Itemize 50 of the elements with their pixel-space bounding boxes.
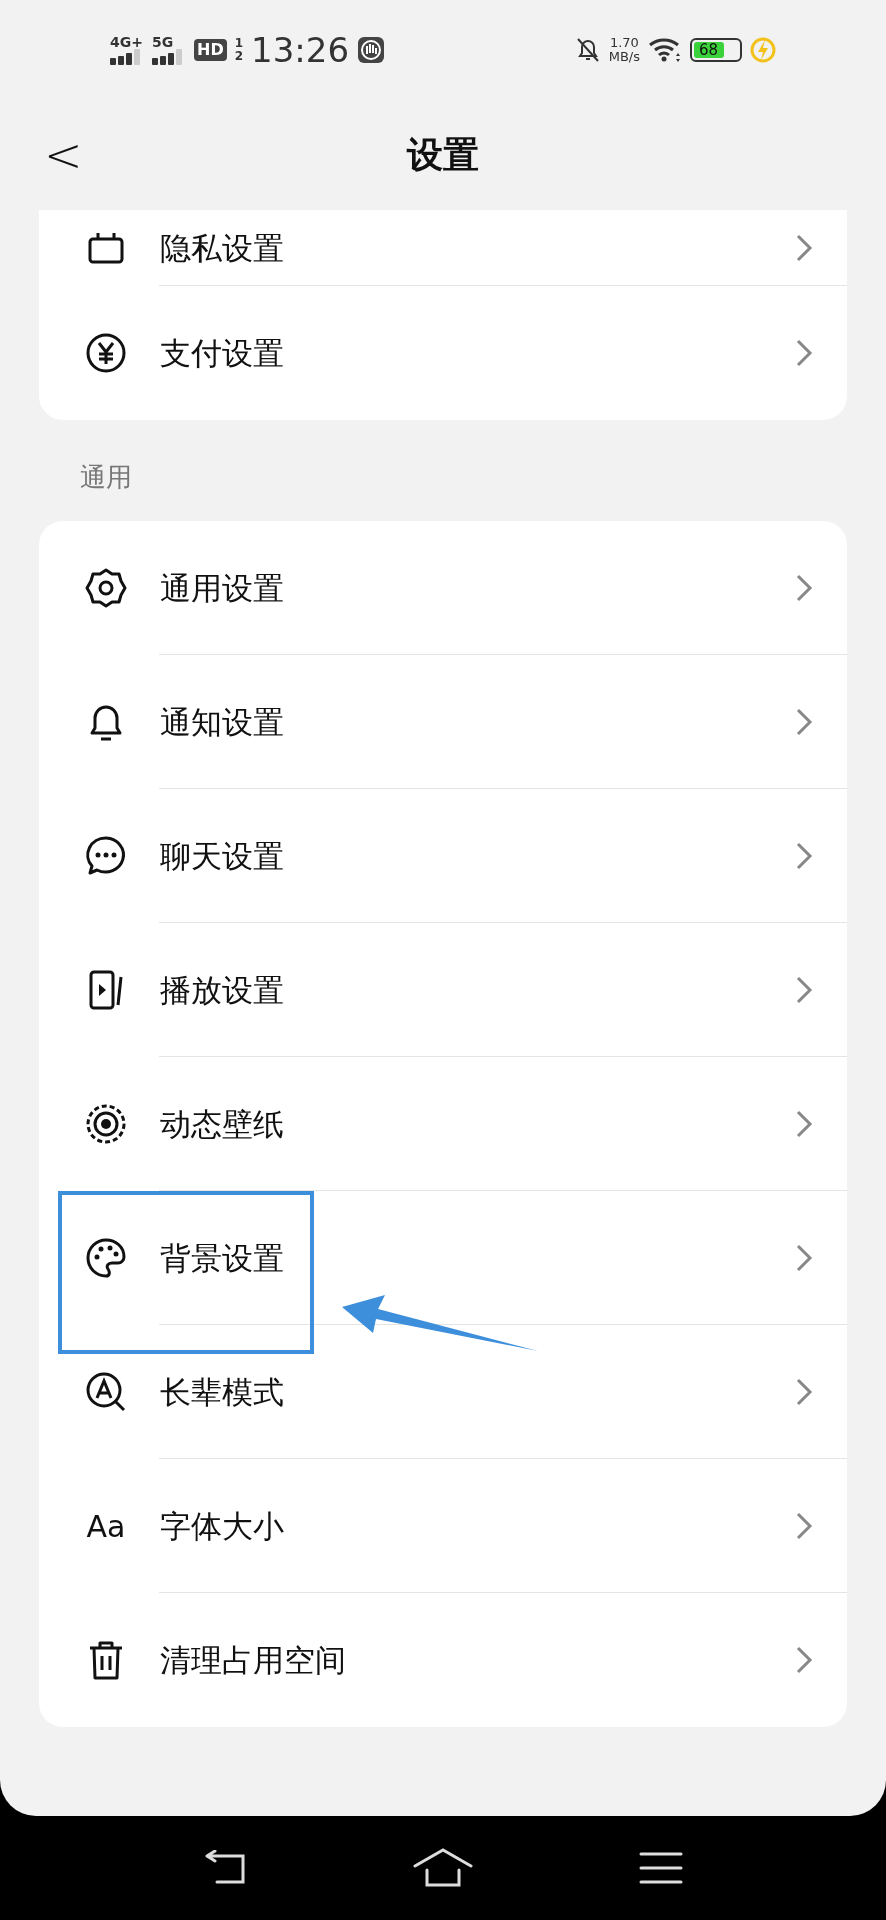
trash-icon — [87, 1639, 125, 1681]
section-title: 通用 — [79, 461, 133, 494]
chevron-icon — [795, 707, 813, 737]
settings-item[interactable]: Aa 字体大小 — [39, 1459, 847, 1593]
hd-badge: HD — [194, 39, 227, 61]
chevron-icon — [795, 1243, 813, 1273]
chat-icon — [85, 835, 127, 877]
palette-icon — [85, 1237, 127, 1279]
menu-icon[interactable] — [639, 1850, 683, 1886]
network-label: 5G — [152, 35, 175, 49]
hand-icon — [357, 36, 385, 64]
chevron-icon — [795, 1377, 813, 1407]
chevron-icon — [795, 1109, 813, 1139]
settings-item[interactable]: 播放设置 — [39, 923, 847, 1057]
target-icon — [85, 1103, 127, 1145]
settings-item[interactable]: 清理占用空间 — [39, 1593, 847, 1727]
chevron-icon — [795, 233, 813, 263]
back-icon[interactable] — [203, 1850, 247, 1886]
settings-item[interactable]: 聊天设置 — [39, 789, 847, 923]
play-icon — [88, 969, 124, 1011]
page-title: 设置 — [407, 133, 479, 177]
calendar-icon — [87, 231, 125, 265]
chevron-icon — [795, 338, 813, 368]
settings-item[interactable]: 通用设置 — [39, 521, 847, 655]
chevron-icon — [795, 1511, 813, 1541]
chevron-icon — [795, 573, 813, 603]
settings-item[interactable]: 通知设置 — [39, 655, 847, 789]
back-button[interactable]: < — [36, 132, 91, 178]
settings-icon — [85, 567, 127, 609]
chevron-icon — [795, 841, 813, 871]
home-icon[interactable] — [413, 1848, 473, 1888]
clock: 13:26 — [251, 33, 349, 67]
speed-unit: MB/s — [608, 50, 640, 64]
font-size-icon: Aa — [85, 1505, 127, 1547]
chevron-icon — [795, 1645, 813, 1675]
speed-value: 1.70 — [609, 36, 639, 50]
hd-number: 1 — [234, 36, 244, 50]
magnifier-icon — [85, 1371, 127, 1413]
settings-item[interactable]: 隐私设置 — [39, 210, 847, 286]
yen-icon — [85, 332, 127, 374]
charging-icon — [750, 35, 776, 65]
settings-item[interactable]: 支付设置 — [39, 286, 847, 420]
settings-item[interactable]: 长辈模式 — [39, 1325, 847, 1459]
battery-percent: 68 — [699, 40, 719, 60]
hd-number: 2 — [234, 50, 244, 64]
settings-item[interactable]: 动态壁纸 — [39, 1057, 847, 1191]
wifi-icon — [648, 37, 682, 63]
network-label: 4G+ — [110, 35, 144, 49]
chevron-icon — [795, 975, 813, 1005]
muted-bell-icon — [574, 36, 601, 64]
